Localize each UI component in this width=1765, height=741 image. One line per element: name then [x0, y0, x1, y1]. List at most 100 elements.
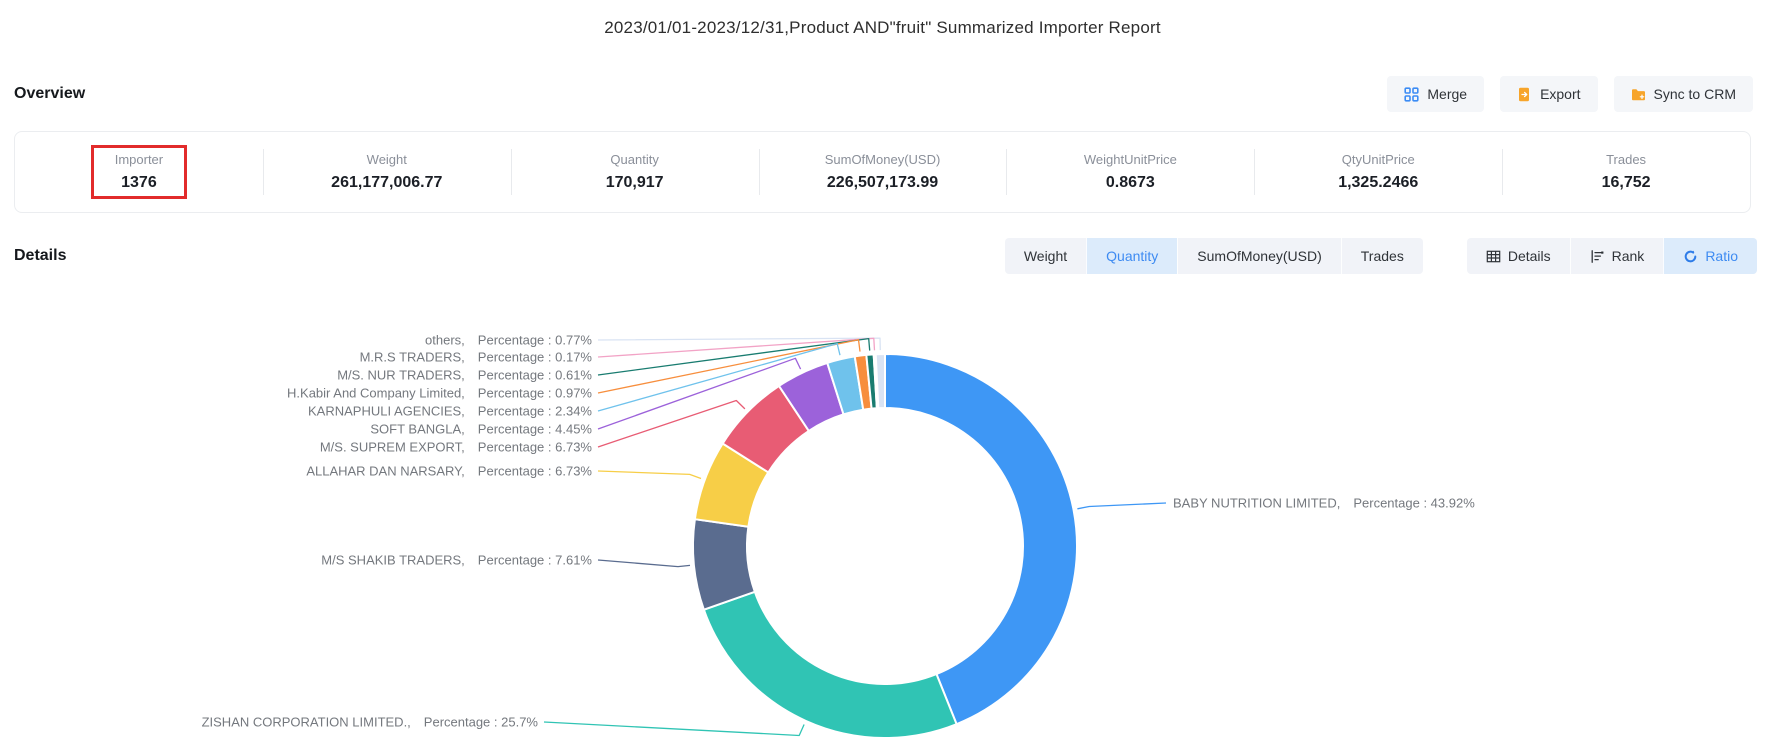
pie-label-percentage: Percentage : 25.7% [424, 715, 538, 730]
sync-to-crm-button-label: Sync to CRM [1654, 86, 1736, 102]
pie-label-name: ALLAHAR DAN NARSARY, [306, 464, 464, 479]
details-heading: Details [14, 247, 66, 265]
tab-label: SumOfMoney(USD) [1197, 248, 1321, 264]
export-button[interactable]: Export [1500, 76, 1597, 112]
stat-label: Quantity [606, 152, 664, 167]
pie-label-name: KARNAPHULI AGENCIES, [308, 404, 465, 419]
view-tab-details[interactable]: Details [1467, 238, 1570, 274]
pie-label-name: H.Kabir And Company Limited, [287, 386, 465, 401]
stat-label: Weight [331, 152, 442, 167]
tab-label: Quantity [1106, 248, 1158, 264]
view-tab-ratio[interactable]: Ratio [1663, 238, 1757, 274]
stat-quantity: Quantity 170,917 [511, 145, 759, 199]
pie-label-percentage: Percentage : 0.17% [478, 350, 592, 365]
sync-to-crm-icon [1631, 87, 1646, 102]
pie-label-line-zishan-corporation-limited [544, 722, 804, 736]
metric-tabs: Weight Quantity SumOfMoney(USD) Trades [1005, 238, 1423, 274]
pie-label-line-baby-nutrition-limited [1077, 503, 1166, 509]
pie-label-soft-bangla: SOFT BANGLA, Percentage : 4.45% [370, 422, 592, 437]
pie-label-name: others, [425, 333, 465, 348]
sync-to-crm-button[interactable]: Sync to CRM [1614, 76, 1753, 112]
stat-weight-unit-price: WeightUnitPrice 0.8673 [1006, 145, 1254, 199]
pie-label-percentage: Percentage : 6.73% [478, 464, 592, 479]
stat-value: 0.8673 [1084, 174, 1177, 192]
stat-trades: Trades 16,752 [1502, 145, 1750, 199]
pie-label-name: M/S. SUPREM EXPORT, [320, 440, 465, 455]
pie-label-name: M/S. NUR TRADERS, [337, 368, 465, 383]
pie-slice-baby-nutrition-limited[interactable] [885, 354, 1077, 724]
pie-slice-zishan-corporation-limited[interactable] [704, 592, 957, 738]
tab-sum-of-money[interactable]: SumOfMoney(USD) [1177, 238, 1340, 274]
pie-label-line-m-r-s-traders [598, 338, 875, 357]
pie-label-percentage: Percentage : 2.34% [478, 404, 592, 419]
export-icon [1517, 87, 1532, 102]
pie-label-percentage: Percentage : 6.73% [478, 440, 592, 455]
view-tabs: Details Rank Ratio [1467, 238, 1757, 274]
pie-label-m-s-nur-traders: M/S. NUR TRADERS, Percentage : 0.61% [337, 368, 592, 383]
pie-label-line-m-s-shakib-traders [598, 560, 690, 567]
tab-label: Details [1508, 248, 1551, 264]
details-header: Details Weight Quantity SumOfMoney(USD) … [14, 238, 1757, 274]
stat-value: 170,917 [606, 174, 664, 192]
pie-label-line-m-s-suprem-export [598, 401, 745, 448]
stat-label: Importer [115, 152, 163, 167]
stat-sum-of-money: SumOfMoney(USD) 226,507,173.99 [759, 145, 1007, 199]
tab-label: Ratio [1705, 248, 1738, 264]
stat-value: 16,752 [1602, 174, 1651, 192]
pie-label-h-kabir-and-company-limited: H.Kabir And Company Limited, Percentage :… [287, 386, 592, 401]
tab-quantity[interactable]: Quantity [1086, 238, 1177, 274]
overview-header: Overview Merge Export Sync to CRM [14, 72, 1753, 116]
stat-label: WeightUnitPrice [1084, 152, 1177, 167]
pie-label-percentage: Percentage : 0.97% [478, 386, 592, 401]
ratio-icon [1683, 249, 1698, 264]
stat-weight: Weight 261,177,006.77 [263, 145, 511, 199]
overview-heading: Overview [14, 85, 85, 103]
stat-label: SumOfMoney(USD) [825, 152, 941, 167]
details-toolbars: Weight Quantity SumOfMoney(USD) Trades D… [1005, 238, 1757, 274]
stat-value: 1376 [115, 174, 163, 192]
pie-label-percentage: Percentage : 7.61% [478, 553, 592, 568]
view-tab-rank[interactable]: Rank [1570, 238, 1664, 274]
overview-actions: Merge Export Sync to CRM [1387, 76, 1753, 112]
tab-weight[interactable]: Weight [1005, 238, 1086, 274]
pie-label-percentage: Percentage : 43.92% [1353, 496, 1474, 511]
merge-button-label: Merge [1427, 86, 1467, 102]
pie-label-m-s-shakib-traders: M/S SHAKIB TRADERS, Percentage : 7.61% [321, 553, 592, 568]
merge-icon [1404, 87, 1419, 102]
pie-label-line-allahar-dan-narsary [598, 471, 701, 479]
pie-label-name: M/S SHAKIB TRADERS, [321, 553, 465, 568]
export-button-label: Export [1540, 86, 1580, 102]
stat-qty-unit-price: QtyUnitPrice 1,325.2466 [1254, 145, 1502, 199]
rank-icon [1590, 249, 1605, 264]
pie-label-line-others [598, 338, 880, 350]
pie-label-name: SOFT BANGLA, [370, 422, 464, 437]
tab-trades[interactable]: Trades [1341, 238, 1423, 274]
pie-label-m-s-suprem-export: M/S. SUPREM EXPORT, Percentage : 6.73% [320, 440, 592, 455]
pie-label-zishan-corporation-limited: ZISHAN CORPORATION LIMITED., Percentage :… [202, 715, 538, 730]
pie-label-name: BABY NUTRITION LIMITED, [1173, 496, 1340, 511]
pie-label-others: others, Percentage : 0.77% [425, 333, 592, 348]
pie-label-name: ZISHAN CORPORATION LIMITED., [202, 715, 411, 730]
tab-label: Trades [1361, 248, 1404, 264]
pie-label-percentage: Percentage : 4.45% [478, 422, 592, 437]
stat-value: 1,325.2466 [1338, 174, 1418, 192]
pie-label-percentage: Percentage : 0.61% [478, 368, 592, 383]
table-icon [1486, 249, 1501, 264]
pie-label-percentage: Percentage : 0.77% [478, 333, 592, 348]
overview-stats-card: Importer 1376 Weight 261,177,006.77 Quan… [14, 131, 1751, 213]
tab-label: Rank [1612, 248, 1645, 264]
pie-label-karnaphuli-agencies: KARNAPHULI AGENCIES, Percentage : 2.34% [308, 404, 592, 419]
stat-value: 226,507,173.99 [825, 174, 941, 192]
stat-label: Trades [1602, 152, 1651, 167]
importer-highlight-box: Importer 1376 [91, 145, 187, 199]
pie-label-allahar-dan-narsary: ALLAHAR DAN NARSARY, Percentage : 6.73% [306, 464, 592, 479]
pie-label-baby-nutrition-limited: BABY NUTRITION LIMITED, Percentage : 43.9… [1173, 496, 1475, 511]
pie-slice-others[interactable] [876, 354, 885, 408]
pie-label-m-r-s-traders: M.R.S TRADERS,Percentage : 0.17% [360, 350, 592, 365]
stat-importer: Importer 1376 [15, 145, 263, 199]
merge-button[interactable]: Merge [1387, 76, 1484, 112]
stat-label: QtyUnitPrice [1338, 152, 1418, 167]
stat-value: 261,177,006.77 [331, 174, 442, 192]
tab-label: Weight [1024, 248, 1067, 264]
page-title: 2023/01/01-2023/12/31,Product AND"fruit"… [0, 18, 1765, 38]
